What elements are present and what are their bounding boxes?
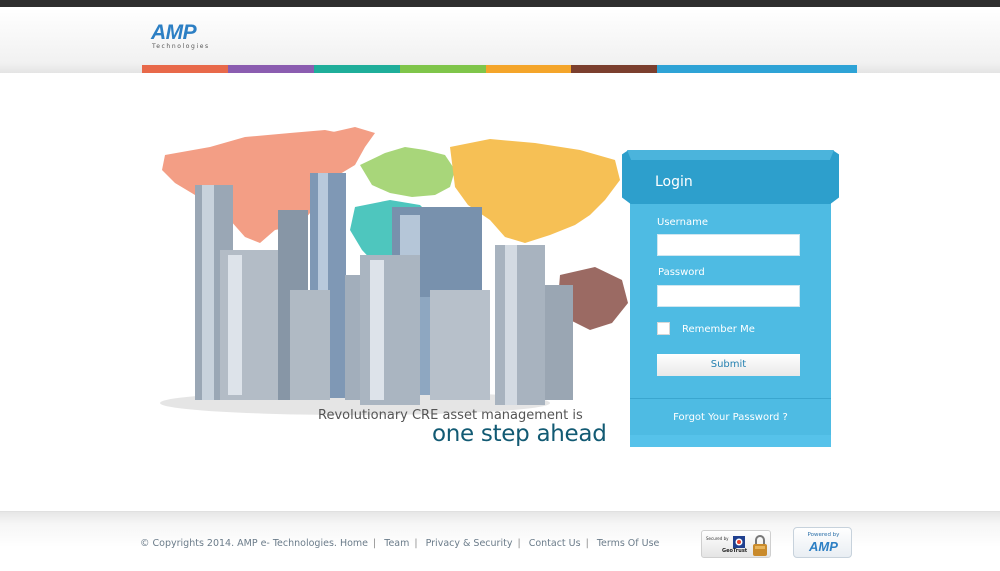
color-stripe-3 — [314, 65, 400, 73]
username-label: Username — [657, 217, 708, 228]
submit-button[interactable]: Submit — [657, 354, 800, 376]
color-stripe-6 — [571, 65, 657, 73]
powered-by-amp-badge[interactable]: Powered by AMP — [793, 527, 852, 558]
color-stripe-5 — [486, 65, 571, 73]
password-input[interactable] — [657, 285, 800, 307]
footer-link-team[interactable]: Team — [384, 538, 409, 549]
powered-by-logo: AMP — [809, 539, 838, 554]
site-header: AMP Technologies — [0, 7, 1000, 73]
username-input[interactable] — [657, 234, 800, 256]
remember-me-checkbox[interactable] — [657, 322, 670, 335]
login-panel-bottom — [630, 435, 831, 447]
footer-link-contact[interactable]: Contact Us — [529, 538, 581, 549]
color-stripe-4 — [400, 65, 486, 73]
login-header-highlight — [627, 150, 834, 160]
top-dark-strip — [0, 0, 1000, 7]
color-stripe-7 — [657, 65, 857, 73]
login-box: Login Username Password Remember Me Subm… — [622, 150, 839, 447]
geotrust-badge[interactable]: Secured by GeoTrust — [701, 530, 771, 558]
geotrust-secured-label: Secured by — [706, 536, 729, 541]
footer-links: © Copyrights 2014. AMP e- Technologies. … — [140, 538, 660, 549]
logo-text: AMP — [151, 21, 197, 44]
login-divider — [630, 398, 831, 399]
color-stripe — [142, 65, 857, 73]
padlock-icon — [753, 535, 767, 556]
footer-link-terms[interactable]: Terms Of Use — [597, 538, 660, 549]
forgot-password-link[interactable]: Forgot Your Password ? — [630, 412, 831, 423]
powered-by-label: Powered by — [807, 532, 840, 538]
tagline-line-2: one step ahead — [432, 421, 607, 447]
amp-logo[interactable]: AMP Technologies — [151, 21, 231, 61]
remember-me-label: Remember Me — [682, 324, 755, 335]
logo-subtitle: Technologies — [152, 43, 210, 50]
site-footer: © Copyrights 2014. AMP e- Technologies. … — [0, 511, 1000, 571]
hero-city-map-illustration — [160, 127, 628, 415]
password-label: Password — [658, 267, 705, 278]
color-stripe-2 — [228, 65, 314, 73]
footer-link-home[interactable]: Home — [340, 538, 368, 549]
geotrust-name: GeoTrust — [722, 548, 748, 554]
map-europe — [360, 147, 455, 197]
geotrust-seal-icon — [733, 536, 745, 548]
login-title: Login — [655, 174, 693, 190]
color-stripe-1 — [142, 65, 228, 73]
footer-link-privacy[interactable]: Privacy & Security — [426, 538, 513, 549]
footer-copyright: © Copyrights 2014. AMP e- Technologies. — [140, 538, 337, 549]
